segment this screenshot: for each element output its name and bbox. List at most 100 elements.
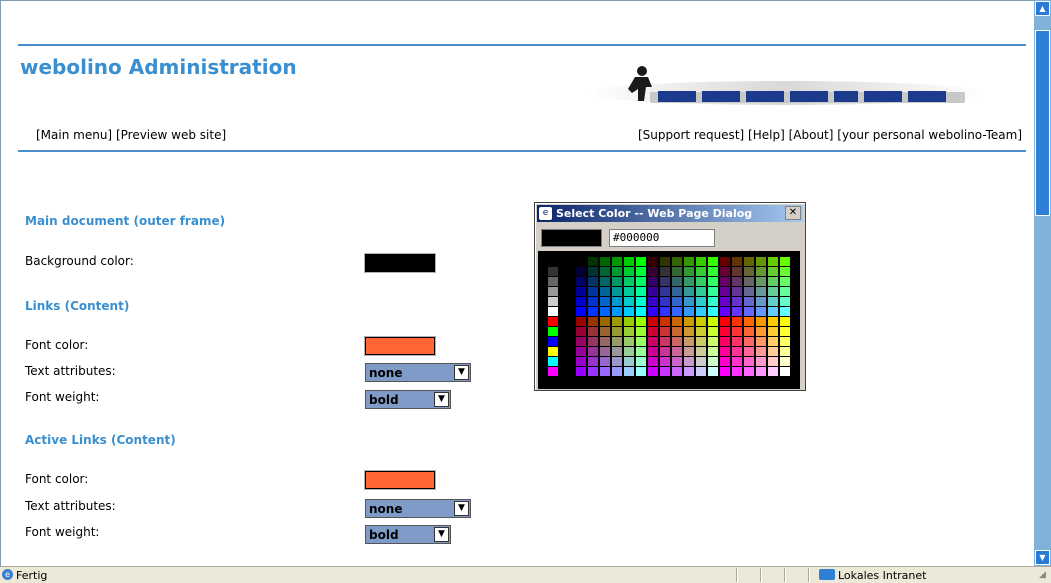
scrollbar-thumb[interactable]: [1035, 30, 1050, 216]
palette-swatch[interactable]: [612, 347, 622, 356]
palette-swatch[interactable]: [636, 347, 646, 356]
palette-swatch[interactable]: [684, 277, 694, 286]
palette-swatch[interactable]: [660, 357, 670, 366]
nav-preview-link[interactable]: [Preview web site]: [116, 128, 226, 142]
palette-swatch[interactable]: [588, 337, 598, 346]
palette-swatch[interactable]: [684, 257, 694, 266]
palette-swatch[interactable]: [600, 257, 610, 266]
palette-swatch[interactable]: [624, 257, 634, 266]
palette-swatch[interactable]: [708, 307, 718, 316]
palette-swatch[interactable]: [768, 297, 778, 306]
palette-swatch[interactable]: [588, 277, 598, 286]
palette-swatch[interactable]: [660, 347, 670, 356]
palette-swatch[interactable]: [756, 267, 766, 276]
palette-swatch[interactable]: [720, 287, 730, 296]
palette-swatch[interactable]: [768, 367, 778, 376]
palette-swatch[interactable]: [636, 337, 646, 346]
palette-swatch[interactable]: [744, 287, 754, 296]
palette-swatch[interactable]: [744, 347, 754, 356]
scroll-down-icon[interactable]: ▼: [1035, 550, 1050, 565]
palette-swatch[interactable]: [696, 307, 706, 316]
palette-swatch[interactable]: [576, 347, 586, 356]
palette-swatch[interactable]: [696, 357, 706, 366]
palette-swatch[interactable]: [684, 357, 694, 366]
palette-swatch[interactable]: [780, 317, 790, 326]
palette-swatch[interactable]: [768, 267, 778, 276]
palette-swatch[interactable]: [588, 357, 598, 366]
nav-main-menu-link[interactable]: [Main menu]: [36, 128, 112, 142]
palette-swatch[interactable]: [588, 287, 598, 296]
palette-swatch[interactable]: [720, 337, 730, 346]
palette-swatch[interactable]: [696, 347, 706, 356]
palette-swatch[interactable]: [696, 267, 706, 276]
palette-swatch[interactable]: [576, 277, 586, 286]
palette-swatch[interactable]: [624, 367, 634, 376]
palette-swatch[interactable]: [648, 297, 658, 306]
palette-swatch[interactable]: [648, 277, 658, 286]
palette-swatch[interactable]: [648, 257, 658, 266]
palette-swatch[interactable]: [708, 297, 718, 306]
palette-swatch[interactable]: [624, 347, 634, 356]
links-text-attributes-select[interactable]: none ▼: [365, 363, 471, 382]
palette-swatch[interactable]: [684, 267, 694, 276]
palette-swatch[interactable]: [768, 257, 778, 266]
palette-swatch[interactable]: [768, 317, 778, 326]
close-icon[interactable]: ✕: [785, 206, 801, 220]
palette-swatch[interactable]: [660, 287, 670, 296]
palette-swatch[interactable]: [624, 327, 634, 336]
palette-swatch[interactable]: [612, 317, 622, 326]
palette-swatch[interactable]: [708, 337, 718, 346]
palette-swatch[interactable]: [624, 297, 634, 306]
palette-swatch[interactable]: [648, 287, 658, 296]
palette-swatch[interactable]: [720, 317, 730, 326]
palette-swatch[interactable]: [780, 267, 790, 276]
palette-swatch[interactable]: [612, 307, 622, 316]
palette-swatch[interactable]: [600, 357, 610, 366]
palette-swatch[interactable]: [548, 347, 558, 356]
palette-swatch[interactable]: [548, 277, 558, 286]
color-palette[interactable]: [538, 251, 800, 389]
palette-swatch[interactable]: [672, 297, 682, 306]
palette-swatch[interactable]: [672, 287, 682, 296]
nav-help-link[interactable]: [Help]: [748, 128, 785, 142]
palette-swatch[interactable]: [648, 307, 658, 316]
palette-swatch[interactable]: [548, 297, 558, 306]
palette-swatch[interactable]: [612, 257, 622, 266]
palette-swatch[interactable]: [756, 307, 766, 316]
palette-swatch[interactable]: [732, 287, 742, 296]
palette-swatch[interactable]: [548, 337, 558, 346]
palette-swatch[interactable]: [548, 287, 558, 296]
palette-swatch[interactable]: [548, 317, 558, 326]
palette-swatch[interactable]: [768, 287, 778, 296]
palette-swatch[interactable]: [660, 297, 670, 306]
palette-swatch[interactable]: [648, 347, 658, 356]
palette-swatch[interactable]: [600, 367, 610, 376]
palette-swatch[interactable]: [588, 317, 598, 326]
palette-swatch[interactable]: [636, 317, 646, 326]
palette-swatch[interactable]: [624, 317, 634, 326]
palette-swatch[interactable]: [756, 287, 766, 296]
palette-swatch[interactable]: [672, 277, 682, 286]
palette-swatch[interactable]: [588, 347, 598, 356]
palette-swatch[interactable]: [744, 317, 754, 326]
palette-swatch[interactable]: [684, 307, 694, 316]
palette-swatch[interactable]: [732, 267, 742, 276]
palette-swatch[interactable]: [756, 337, 766, 346]
palette-swatch[interactable]: [588, 327, 598, 336]
palette-swatch[interactable]: [768, 337, 778, 346]
palette-swatch[interactable]: [660, 277, 670, 286]
palette-swatch[interactable]: [732, 277, 742, 286]
palette-swatch[interactable]: [696, 297, 706, 306]
active-links-font-weight-select[interactable]: bold ▼: [365, 525, 451, 544]
palette-swatch[interactable]: [588, 267, 598, 276]
palette-swatch[interactable]: [548, 357, 558, 366]
palette-swatch[interactable]: [672, 327, 682, 336]
links-font-color-swatch[interactable]: [364, 336, 436, 356]
palette-swatch[interactable]: [780, 367, 790, 376]
palette-swatch[interactable]: [636, 297, 646, 306]
palette-swatch[interactable]: [588, 297, 598, 306]
palette-swatch[interactable]: [768, 277, 778, 286]
palette-swatch[interactable]: [600, 277, 610, 286]
palette-swatch[interactable]: [548, 327, 558, 336]
palette-swatch[interactable]: [600, 327, 610, 336]
